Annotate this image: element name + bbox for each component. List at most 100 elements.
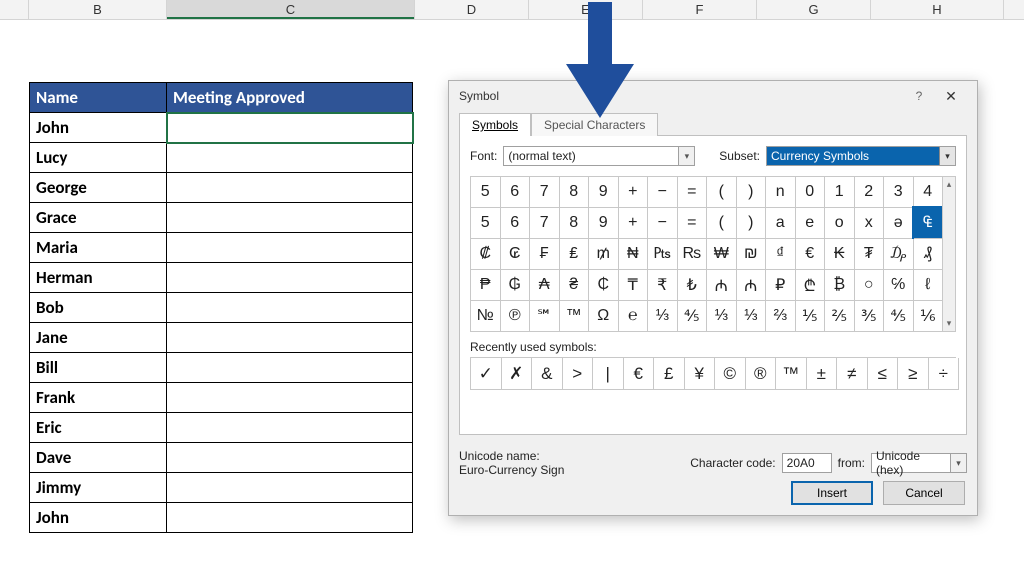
cell-meeting[interactable] [167, 113, 413, 143]
symbol-cell[interactable]: 5 [471, 177, 501, 208]
symbol-cell[interactable]: − [648, 177, 678, 208]
symbol-cell[interactable]: ₧ [648, 239, 678, 270]
charcode-input[interactable]: 20A0 [782, 453, 832, 473]
recent-symbol-cell[interactable]: ™ [776, 358, 807, 390]
symbol-cell[interactable]: ₪ [737, 239, 767, 270]
col-header-c[interactable]: C [167, 0, 415, 19]
symbol-cell[interactable]: ₽ [766, 270, 796, 301]
help-button[interactable]: ? [905, 89, 933, 103]
scroll-down-icon[interactable]: ▾ [943, 316, 955, 331]
col-header-g[interactable]: G [757, 0, 871, 19]
symbol-cell[interactable]: ₾ [796, 270, 826, 301]
symbol-cell[interactable]: ⅖ [825, 301, 855, 332]
cell-name[interactable]: Lucy [30, 143, 167, 173]
cell-meeting[interactable] [167, 473, 413, 503]
symbol-cell[interactable]: ₤ [560, 239, 590, 270]
symbol-cell[interactable]: ⅘ [678, 301, 708, 332]
symbol-cell[interactable]: 3 [884, 177, 914, 208]
symbol-cell[interactable]: 5 [471, 208, 501, 239]
symbol-cell[interactable]: ₮ [855, 239, 885, 270]
cell-meeting[interactable] [167, 383, 413, 413]
symbol-cell[interactable]: ₭ [825, 239, 855, 270]
table-header-meeting[interactable]: Meeting Approved [167, 83, 413, 113]
recent-symbol-cell[interactable]: ≠ [837, 358, 868, 390]
symbol-cell[interactable]: 7 [530, 177, 560, 208]
tab-symbols[interactable]: Symbols [459, 113, 531, 136]
cell-name[interactable]: Frank [30, 383, 167, 413]
symbol-cell[interactable]: a [766, 208, 796, 239]
cell-name[interactable]: Herman [30, 263, 167, 293]
cell-meeting[interactable] [167, 263, 413, 293]
symbol-cell[interactable]: ⅔ [766, 301, 796, 332]
symbol-cell[interactable]: ) [737, 208, 767, 239]
recent-symbol-cell[interactable]: £ [654, 358, 685, 390]
col-header-f[interactable]: F [643, 0, 757, 19]
symbol-cell[interactable]: ℗ [501, 301, 531, 332]
cell-meeting[interactable] [167, 353, 413, 383]
symbol-cell[interactable]: 8 [560, 177, 590, 208]
symbol-cell[interactable]: ₼ [707, 270, 737, 301]
recent-symbol-cell[interactable]: | [593, 358, 624, 390]
symbol-cell[interactable]: 0 [796, 177, 826, 208]
symbol-cell[interactable]: ₳ [530, 270, 560, 301]
symbol-cell[interactable]: ( [707, 177, 737, 208]
cell-name[interactable]: Bob [30, 293, 167, 323]
symbol-cell[interactable]: ₰ [914, 239, 944, 270]
recent-symbol-cell[interactable]: © [715, 358, 746, 390]
symbol-cell[interactable]: = [678, 208, 708, 239]
symbol-cell[interactable]: 7 [530, 208, 560, 239]
symbol-cell[interactable]: ⅓ [737, 301, 767, 332]
symbol-cell[interactable]: ₼ [737, 270, 767, 301]
cell-meeting[interactable] [167, 233, 413, 263]
cell-name[interactable]: Maria [30, 233, 167, 263]
recent-symbol-cell[interactable]: € [624, 358, 655, 390]
col-header-b[interactable]: B [29, 0, 167, 19]
col-header-h[interactable]: H [871, 0, 1004, 19]
symbol-cell[interactable]: ₫ [766, 239, 796, 270]
symbol-cell[interactable]: Ω [589, 301, 619, 332]
symbol-cell[interactable]: ₥ [589, 239, 619, 270]
cell-name[interactable]: Grace [30, 203, 167, 233]
symbol-cell[interactable]: ℠ [530, 301, 560, 332]
col-header-d[interactable]: D [415, 0, 529, 19]
symbol-cell[interactable]: 9 [589, 177, 619, 208]
font-select[interactable]: (normal text) ▾ [503, 146, 695, 166]
recent-symbol-cell[interactable]: ✗ [502, 358, 533, 390]
cell-name[interactable]: Bill [30, 353, 167, 383]
symbol-cell[interactable]: ₢ [501, 239, 531, 270]
cell-name[interactable]: Dave [30, 443, 167, 473]
symbol-cell[interactable]: ₣ [530, 239, 560, 270]
table-header-name[interactable]: Name [30, 83, 167, 113]
symbol-cell[interactable]: ₿ [825, 270, 855, 301]
symbol-cell[interactable]: ₠ [914, 208, 944, 239]
cell-name[interactable]: John [30, 113, 167, 143]
cell-meeting[interactable] [167, 173, 413, 203]
symbol-cell[interactable]: o [825, 208, 855, 239]
cell-name[interactable]: Eric [30, 413, 167, 443]
symbol-cell[interactable]: ⅗ [855, 301, 885, 332]
close-button[interactable]: ✕ [933, 88, 969, 105]
symbol-cell[interactable]: ₦ [619, 239, 649, 270]
cell-meeting[interactable] [167, 443, 413, 473]
symbol-cell[interactable]: ℓ [914, 270, 944, 301]
symbol-cell[interactable]: 6 [501, 177, 531, 208]
recent-symbol-cell[interactable]: ® [746, 358, 777, 390]
cell-meeting[interactable] [167, 203, 413, 233]
symbol-cell[interactable]: ₸ [619, 270, 649, 301]
recent-symbol-cell[interactable]: ≥ [898, 358, 929, 390]
symbol-cell[interactable]: ₹ [648, 270, 678, 301]
symbol-cell[interactable]: e [796, 208, 826, 239]
symbol-cell[interactable]: ₲ [501, 270, 531, 301]
symbol-cell[interactable]: ₴ [560, 270, 590, 301]
symbol-cell[interactable]: 4 [914, 177, 944, 208]
symbol-cell[interactable]: ₯ [884, 239, 914, 270]
symbol-cell[interactable]: ℮ [619, 301, 649, 332]
symbol-cell[interactable]: ○ [855, 270, 885, 301]
cell-meeting[interactable] [167, 413, 413, 443]
symbol-cell[interactable]: ₡ [471, 239, 501, 270]
symbol-cell[interactable]: ₱ [471, 270, 501, 301]
symbol-cell[interactable]: ₩ [707, 239, 737, 270]
symbol-cell[interactable]: = [678, 177, 708, 208]
cell-name[interactable]: John [30, 503, 167, 533]
recent-symbol-cell[interactable]: ÷ [929, 358, 960, 390]
